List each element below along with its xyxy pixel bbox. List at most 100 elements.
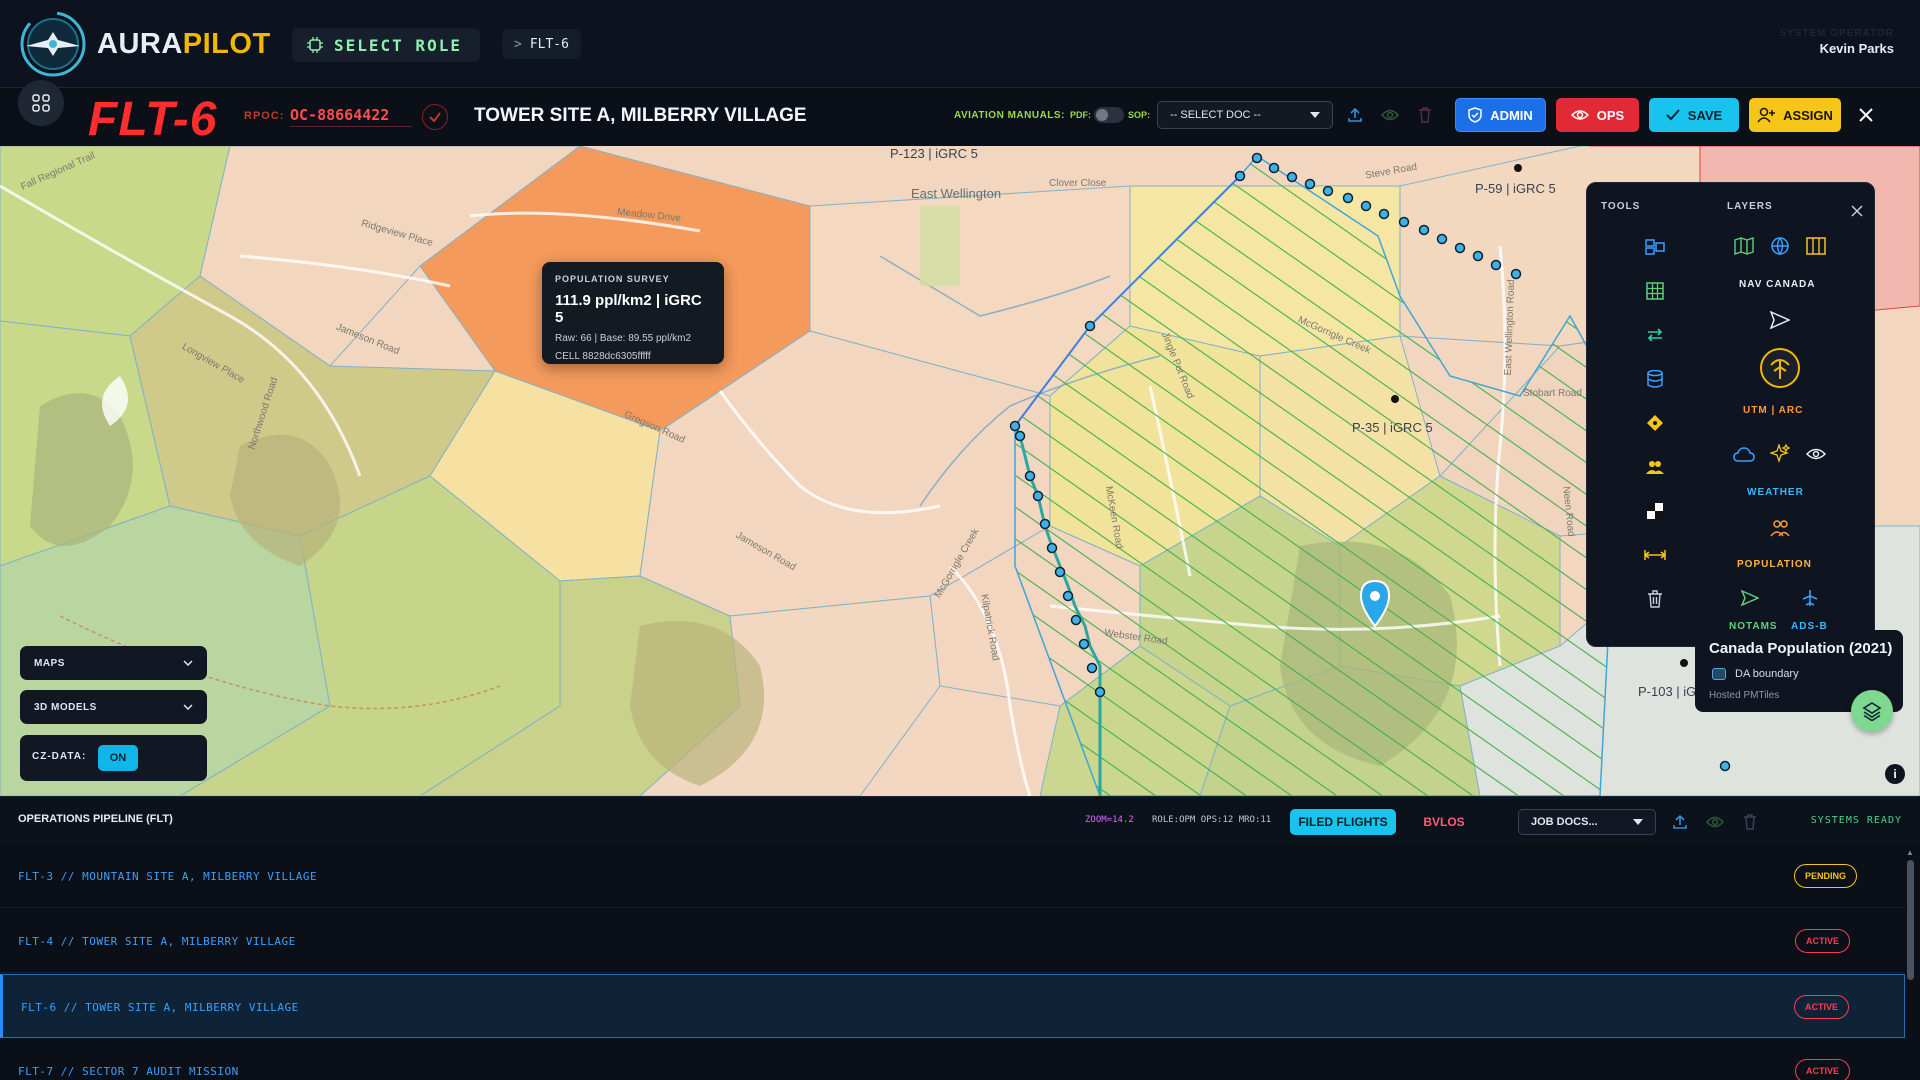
table-row[interactable]: FLT-3 // MOUNTAIN SITE A, MILBERRY VILLA…	[0, 844, 1905, 908]
map-layer-icon[interactable]	[1731, 233, 1757, 259]
pipeline-title: OPERATIONS PIPELINE (FLT)	[18, 813, 173, 825]
save-button[interactable]: SAVE	[1649, 98, 1739, 132]
globe-layer-icon[interactable]	[1767, 233, 1793, 259]
maps-dropdown[interactable]: MAPS	[20, 646, 207, 680]
cell-label: P-123 | iGRC 5	[890, 146, 978, 161]
apps-grid-button[interactable]	[18, 80, 64, 126]
close-icon[interactable]	[1849, 203, 1865, 219]
legend-swatch	[1712, 668, 1726, 680]
road-label: Stobart Road	[1523, 388, 1582, 399]
zoom-readout: ZOOM=14.2	[1085, 815, 1134, 825]
3d-models-dropdown[interactable]: 3D MODELS	[20, 690, 207, 724]
check-icon	[429, 112, 441, 123]
waypoint-tool-icon[interactable]	[1643, 411, 1667, 435]
tab-filed-flights[interactable]: FILED FLIGHTS	[1290, 809, 1396, 835]
assign-button[interactable]: ASSIGN	[1749, 98, 1841, 132]
breadcrumb-chevron-icon: >	[514, 36, 522, 52]
select-role-label: SELECT ROLE	[334, 35, 462, 55]
upload-icon[interactable]	[1344, 104, 1366, 126]
chevron-down-icon	[1633, 819, 1643, 825]
rpoc-input[interactable]: OC-88664422	[290, 106, 412, 127]
breadcrumb-current: FLT-6	[529, 36, 569, 52]
database-tool-icon[interactable]	[1643, 367, 1667, 391]
road-label: Clover Close	[1049, 178, 1107, 189]
select-role-button[interactable]: SELECT ROLE	[292, 28, 480, 62]
row-name: FLT-6 // TOWER SITE A, MILBERRY VILLAGE	[21, 1001, 299, 1014]
tab-bvlos[interactable]: BVLOS	[1410, 809, 1478, 835]
checker-tool-icon[interactable]	[1643, 499, 1667, 523]
cloud-layer-icon[interactable]	[1731, 441, 1757, 467]
utm-arc-label: UTM | ARC	[1743, 405, 1804, 416]
view-icon[interactable]	[1379, 104, 1401, 126]
scrollbar[interactable]	[1907, 860, 1914, 980]
trash-icon[interactable]	[1643, 587, 1667, 611]
table-row[interactable]: FLT-7 // SECTOR 7 AUDIT MISSION ACTIVE	[0, 1039, 1905, 1080]
cell-label: P-103 | iG	[1638, 684, 1697, 699]
notams-layer-icon[interactable]	[1737, 585, 1763, 611]
adsb-plane-icon[interactable]	[1797, 585, 1823, 611]
status-badge: PENDING	[1793, 864, 1857, 888]
check-icon	[1666, 109, 1680, 121]
grid-tool-icon[interactable]	[1643, 279, 1667, 303]
measure-tool-icon[interactable]	[1643, 543, 1667, 567]
cz-data-control: CZ-DATA: ON	[20, 735, 207, 781]
aviation-manuals-label: AVIATION MANUALS:	[954, 110, 1065, 121]
send-layer-icon[interactable]	[1767, 307, 1793, 333]
columns-layer-icon[interactable]	[1803, 233, 1829, 259]
ops-button[interactable]: OPS	[1556, 98, 1639, 132]
legend-item: DA boundary	[1735, 668, 1799, 680]
population-label: POPULATION	[1737, 559, 1812, 570]
rpoc-label: RPOC:	[244, 110, 285, 122]
table-row[interactable]: FLT-4 // TOWER SITE A, MILBERRY VILLAGE …	[0, 909, 1905, 973]
row-name: FLT-4 // TOWER SITE A, MILBERRY VILLAGE	[18, 935, 296, 948]
population-tooltip: POPULATION SURVEY 111.9 ppl/km2 | iGRC 5…	[542, 262, 724, 364]
systems-status: SYSTEMS READY	[1810, 815, 1902, 826]
ops-button-label: OPS	[1596, 107, 1625, 123]
breadcrumb[interactable]: > FLT-6	[502, 29, 581, 59]
doc-select[interactable]: -- SELECT DOC --	[1157, 101, 1333, 129]
utm-arc-icon[interactable]	[1759, 347, 1801, 389]
sparkle-layer-icon[interactable]	[1767, 441, 1793, 467]
doc-select-value: -- SELECT DOC --	[1170, 109, 1261, 121]
info-icon[interactable]: i	[1885, 764, 1905, 784]
user-role: SYSTEM OPERATOR	[1779, 28, 1894, 39]
sop-label: SOP:	[1128, 110, 1151, 120]
chevron-down-icon	[1310, 112, 1320, 118]
close-button[interactable]	[1852, 101, 1880, 129]
admin-button[interactable]: ADMIN	[1455, 98, 1546, 132]
eye-layer-icon[interactable]	[1803, 441, 1829, 467]
brand-part-pilot: PILOT	[182, 28, 271, 60]
population-layer-icon[interactable]	[1767, 515, 1793, 541]
chip-icon	[307, 37, 323, 53]
status-badge: ACTIVE	[1794, 1059, 1850, 1080]
layers-toggle-button[interactable]	[1851, 690, 1893, 732]
cell-label: P-59 | iGRC 5	[1475, 181, 1556, 196]
scroll-up-icon[interactable]: ▲	[1906, 848, 1914, 857]
trash-icon[interactable]	[1740, 812, 1760, 832]
pipeline-list: FLT-3 // MOUNTAIN SITE A, MILBERRY VILLA…	[0, 844, 1920, 1080]
tooltip-value: 111.9 ppl/km2 | iGRC 5	[555, 292, 702, 326]
cz-data-toggle[interactable]: ON	[98, 745, 138, 771]
chevron-down-icon	[183, 660, 193, 666]
view-icon[interactable]	[1705, 812, 1725, 832]
select-tool-icon[interactable]	[1643, 235, 1667, 259]
save-button-label: SAVE	[1687, 107, 1723, 123]
table-row-selected[interactable]: FLT-6 // TOWER SITE A, MILBERRY VILLAGE …	[0, 974, 1905, 1038]
users-tool-icon[interactable]	[1643, 455, 1667, 479]
rpoc-confirm-button[interactable]	[422, 104, 448, 130]
tooltip-raw: Raw: 66 | Base: 89.55 ppl/km2	[555, 333, 692, 344]
status-badge: ACTIVE	[1793, 995, 1849, 1019]
row-name: FLT-3 // MOUNTAIN SITE A, MILBERRY VILLA…	[18, 870, 318, 883]
pdf-label: PDF:	[1070, 110, 1091, 120]
job-docs-value: JOB DOCS...	[1531, 816, 1598, 828]
role-stats: ROLE:OPM OPS:12 MRO:11	[1152, 815, 1272, 825]
upload-icon[interactable]	[1670, 812, 1690, 832]
shield-icon	[1468, 107, 1482, 123]
user-info[interactable]: SYSTEM OPERATOR Kevin Parks	[1779, 28, 1894, 56]
swap-tool-icon[interactable]	[1643, 323, 1667, 347]
brand-part-aura: AURA	[97, 28, 183, 60]
job-docs-select[interactable]: JOB DOCS...	[1518, 809, 1656, 835]
trash-icon[interactable]	[1414, 104, 1436, 126]
close-icon	[1859, 108, 1873, 122]
pdf-toggle[interactable]	[1094, 107, 1124, 123]
